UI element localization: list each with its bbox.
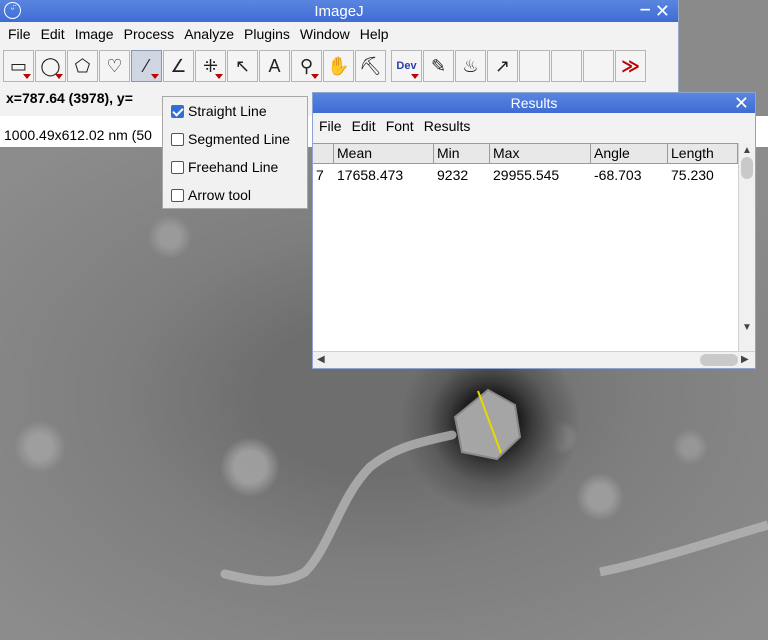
menu-item-label: Segmented Line <box>188 131 290 147</box>
vertical-scroll-thumb[interactable] <box>741 157 753 179</box>
menu-image[interactable]: Image <box>75 26 114 42</box>
horizontal-scroll-thumb[interactable] <box>700 354 738 366</box>
scroll-right-icon[interactable]: ▶ <box>741 354 749 365</box>
angle-tool-button[interactable]: ∠ <box>163 50 194 82</box>
straight-line-checkbox[interactable] <box>171 104 184 118</box>
results-titlebar[interactable]: Results ✕ <box>313 93 755 113</box>
menu-item-straight-line[interactable]: Straight Line <box>163 97 307 125</box>
freehand-line-checkbox[interactable] <box>171 160 184 174</box>
results-menubar: File Edit Font Results <box>313 113 755 139</box>
imagej-titlebar[interactable]: ᵕ̈ ImageJ ‒ ✕ <box>0 0 678 22</box>
arrow-tool-checkbox[interactable] <box>171 188 184 202</box>
oval-tool-button[interactable]: ◯ <box>35 50 66 82</box>
empty-tool-slot[interactable] <box>583 50 614 82</box>
menu-item-label: Straight Line <box>188 103 267 119</box>
polygon-icon: ⬠ <box>74 55 91 76</box>
window-title: ImageJ <box>314 2 364 20</box>
dropper-icon: ⛏ <box>359 55 382 76</box>
status-line: x=787.64 (3978), y= <box>6 90 133 106</box>
arrow-icon: ↗ <box>494 55 511 76</box>
freehand-tool-button[interactable]: ♡ <box>99 50 130 82</box>
cell-length: 75.230 <box>671 167 714 183</box>
horizontal-scrollbar[interactable]: ◀ ▶ <box>313 351 755 368</box>
table-row[interactable]: 7 17658.473 9232 29955.545 -68.703 75.23… <box>313 164 738 186</box>
arrow-tool-button[interactable]: ↗ <box>487 50 518 82</box>
cell-max: 29955.545 <box>493 167 560 183</box>
scroll-up-icon[interactable]: ▲ <box>742 145 752 156</box>
wand-tool-button[interactable]: ↖ <box>227 50 258 82</box>
empty-tool-slot[interactable] <box>519 50 550 82</box>
hand-tool-button[interactable]: ✋ <box>323 50 354 82</box>
dev-tool-button[interactable]: Dev <box>391 50 422 82</box>
hand-icon: ✋ <box>327 55 350 76</box>
menu-file[interactable]: File <box>8 26 31 42</box>
table-header: Mean Min Max Angle Length <box>313 143 738 164</box>
minimize-icon[interactable]: ‒ <box>641 0 650 19</box>
scroll-left-icon[interactable]: ◀ <box>317 354 325 365</box>
imagej-logo-icon: ᵕ̈ <box>4 2 21 19</box>
column-header-max[interactable]: Max <box>490 143 591 164</box>
segmented-line-checkbox[interactable] <box>171 132 184 146</box>
angle-icon: ∠ <box>170 55 187 76</box>
column-header-length[interactable]: Length <box>668 143 738 164</box>
main-menubar: File Edit Image Process Analyze Plugins … <box>0 22 678 46</box>
column-header-min[interactable]: Min <box>434 143 490 164</box>
line-icon: ⁄ <box>144 55 148 76</box>
menu-help[interactable]: Help <box>360 26 389 42</box>
close-icon[interactable]: ✕ <box>734 93 749 114</box>
cell-index: 7 <box>316 167 324 183</box>
rectangle-tool-button[interactable]: ▭ <box>3 50 34 82</box>
dev-icon: Dev <box>396 60 417 72</box>
flood-fill-tool-button[interactable]: ♨ <box>455 50 486 82</box>
dropper-tool-button[interactable]: ⛏ <box>355 50 386 82</box>
menu-item-label: Arrow tool <box>188 187 252 203</box>
vertical-scrollbar[interactable]: ▲ ▼ <box>738 143 755 351</box>
line-tool-menu: Straight Line Segmented Line Freehand Li… <box>162 96 308 209</box>
results-table[interactable]: Mean Min Max Angle Length 7 17658.473 92… <box>313 143 738 351</box>
flood-icon: ♨ <box>462 55 479 76</box>
tool-bar: ▭ ◯ ⬠ ♡ ⁄ ∠ ⁜ ↖ A ⚲ ✋ ⛏ Dev ✎ ♨ ↗ ≫ <box>3 50 647 82</box>
cell-min: 9232 <box>437 167 469 183</box>
menu-item-segmented-line[interactable]: Segmented Line <box>163 125 307 153</box>
multipoint-tool-button[interactable]: ⁜ <box>195 50 226 82</box>
menu-analyze[interactable]: Analyze <box>184 26 234 42</box>
close-icon[interactable]: ✕ <box>655 1 670 22</box>
column-header[interactable] <box>313 143 334 164</box>
results-menu-edit[interactable]: Edit <box>352 118 376 134</box>
more-tools-button[interactable]: ≫ <box>615 50 646 82</box>
cell-mean: 17658.473 <box>337 167 404 183</box>
cell-angle: -68.703 <box>594 167 642 183</box>
menu-edit[interactable]: Edit <box>41 26 65 42</box>
results-title: Results <box>510 95 558 111</box>
results-menu-file[interactable]: File <box>319 118 342 134</box>
results-window: Results ✕ File Edit Font Results Mean Mi… <box>312 92 756 369</box>
menu-process[interactable]: Process <box>124 26 175 42</box>
scroll-down-icon[interactable]: ▼ <box>742 322 752 333</box>
menu-window[interactable]: Window <box>300 26 350 42</box>
more-tools-icon: ≫ <box>621 55 640 76</box>
polygon-tool-button[interactable]: ⬠ <box>67 50 98 82</box>
zoom-tool-button[interactable]: ⚲ <box>291 50 322 82</box>
results-menu-font[interactable]: Font <box>386 118 414 134</box>
text-tool-button[interactable]: A <box>259 50 290 82</box>
freehand-icon: ♡ <box>106 55 123 76</box>
brush-tool-button[interactable]: ✎ <box>423 50 454 82</box>
empty-tool-slot[interactable] <box>551 50 582 82</box>
menu-item-label: Freehand Line <box>188 159 279 175</box>
text-icon: A <box>268 55 281 76</box>
column-header-angle[interactable]: Angle <box>591 143 668 164</box>
column-header-mean[interactable]: Mean <box>334 143 434 164</box>
menu-item-freehand-line[interactable]: Freehand Line <box>163 153 307 181</box>
menu-item-arrow-tool[interactable]: Arrow tool <box>163 181 307 209</box>
menu-plugins[interactable]: Plugins <box>244 26 290 42</box>
line-tool-button[interactable]: ⁄ <box>131 50 162 82</box>
wand-icon: ↖ <box>234 55 251 76</box>
results-menu-results[interactable]: Results <box>424 118 471 134</box>
brush-icon: ✎ <box>430 55 447 76</box>
